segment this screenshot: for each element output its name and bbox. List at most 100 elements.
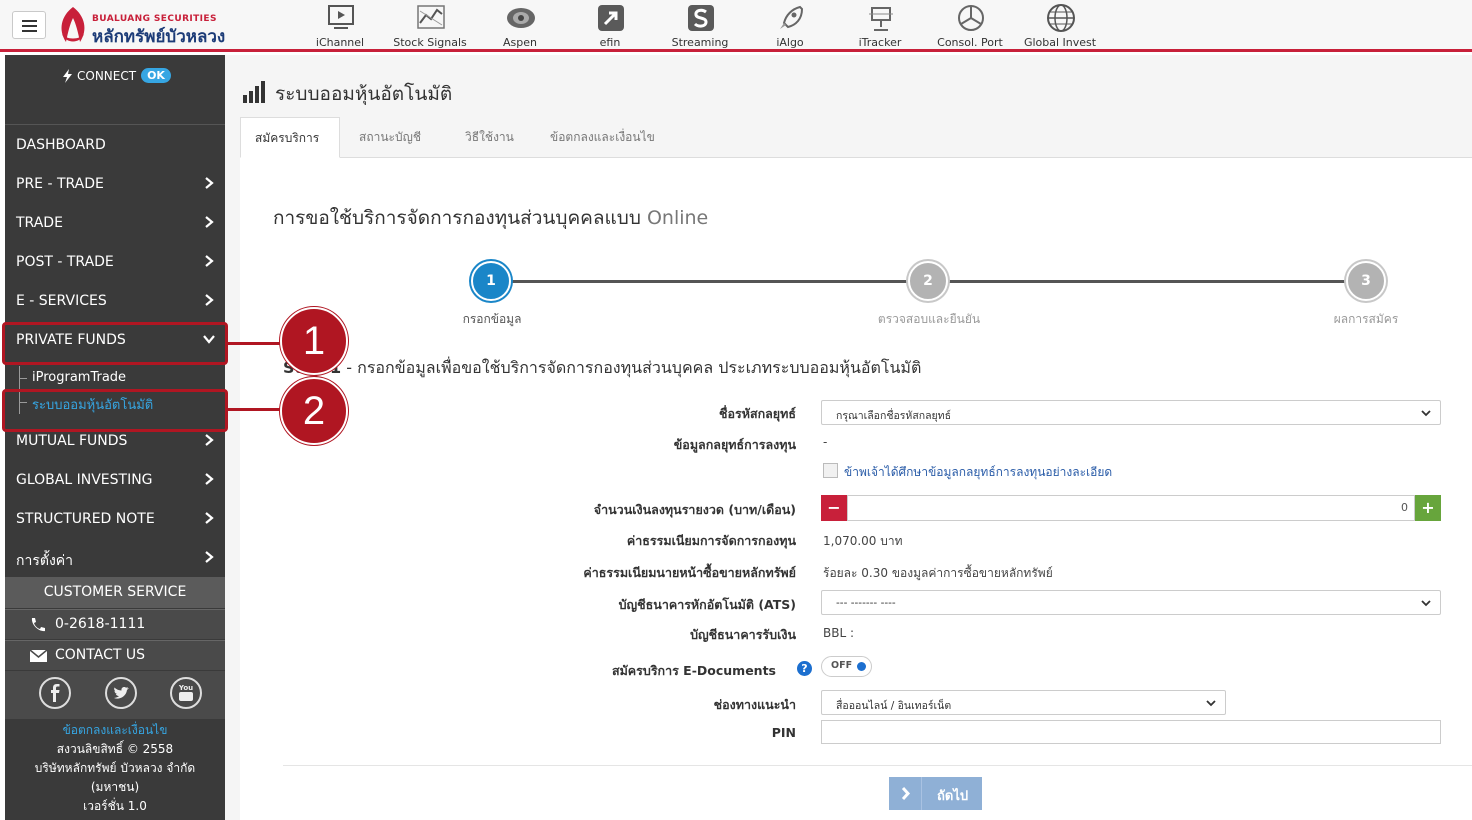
sidebar-item-global-investing[interactable]: GLOBAL INVESTING [5,461,225,500]
step-3-label: ผลการสมัคร [1333,312,1399,326]
chevron-right-icon [205,216,214,228]
chevron-right-icon [205,177,214,189]
form-heading-online: Online [646,207,709,229]
tab-terms[interactable]: ข้อตกลงและเงื่อนไข [536,117,669,158]
increase-amount-button[interactable]: + [1415,495,1441,521]
connect-status-badge: OK [141,68,171,83]
envelope-icon [29,649,47,662]
chevron-right-icon [205,512,214,524]
channel-select-value: สื่อออนไลน์ / อินเทอร์เน็ต [836,700,952,712]
chevron-down-icon [1206,700,1216,707]
app-global-invest[interactable]: Global Invest [1015,2,1105,50]
channel-label: ช่องทางแนะนำ [713,697,796,712]
sidebar-item-label: DASHBOARD [16,137,106,153]
pin-input[interactable] [821,720,1441,744]
app-label: iChannel [315,36,365,49]
sidebar-item-label: PRE - TRADE [16,176,104,192]
sidebar-item-trade[interactable]: TRADE [5,204,225,243]
phone-number: 0-2618-1111 [55,616,146,632]
callout-badge-1: 1 [280,307,348,375]
copyright-text: สงวนลิขสิทธิ์ © 2558 [56,742,174,756]
twitter-icon[interactable] [105,677,137,709]
monitor-icon [328,5,354,29]
chevron-right-icon [889,777,922,810]
rocket-icon [780,5,804,29]
receive-account-value: BBL : [823,626,855,640]
sidebar-item-label: การตั้งค่า [16,553,74,569]
callout-badge-2: 2 [280,377,348,445]
contact-us-link[interactable]: CONTACT US [5,640,225,670]
help-icon[interactable]: ? [797,661,812,676]
customer-service-title: CUSTOMER SERVICE [5,577,225,608]
sidebar-item-label: STRUCTURED NOTE [16,511,155,527]
bar-chart-icon [243,81,265,103]
logo-main-text: หลักทรัพย์บัวหลวง [92,27,226,47]
sidebar-item-dashboard[interactable]: DASHBOARD [5,126,225,165]
strategy-select[interactable]: กรุณาเลือกชื่อรหัสกลยุทธ์ [821,400,1441,425]
sidebar-item-pre-trade[interactable]: PRE - TRADE [5,165,225,204]
sidebar-subitem-iprogramtrade[interactable]: iProgramTrade [5,366,225,390]
connection-status: CONNECT OK [5,55,225,125]
step-2-circle: 2 [908,261,948,301]
contact-us-label: CONTACT US [55,647,145,663]
app-aspen[interactable]: Aspen [475,2,565,50]
highlight-private-funds [2,322,228,365]
consent-checkbox[interactable] [823,463,838,478]
chevron-right-icon [205,473,214,485]
tab-how-to-use[interactable]: วิธีใช้งาน [451,117,528,158]
app-efin[interactable]: efin [565,2,655,50]
amount-stepper: − 0 + [821,495,1441,521]
strategy-info-label: ข้อมูลกลยุทธ์การลงทุน [673,437,796,452]
chevron-right-icon [205,294,214,306]
app-consol-port[interactable]: Consol. Port [925,2,1015,50]
terms-link[interactable]: ข้อตกลงและเงื่อนไข [5,721,225,740]
sidebar: CONNECT OK DASHBOARD PRE - TRADE TRADE P… [5,55,225,820]
ats-account-select[interactable]: --- ------- ---- [821,590,1441,615]
step-title: Step 1 - กรอกข้อมูลเพื่อขอใช้บริการจัดกา… [283,356,921,381]
tab-register[interactable]: สมัครบริการ [240,117,340,158]
page-header: ระบบออมหุ้นอัตโนมัติ [225,55,1472,117]
consent-text[interactable]: ข้าพเจ้าได้ศึกษาข้อมูลกลยุทธ์การลงทุนอย่… [844,463,1112,482]
facebook-icon[interactable] [39,677,71,709]
sidebar-item-label: GLOBAL INVESTING [16,472,153,488]
chevron-right-icon [205,255,214,267]
chevron-down-icon [1421,410,1431,417]
pin-label: PIN [771,725,796,740]
sidebar-item-post-trade[interactable]: POST - TRADE [5,243,225,282]
tab-bar: สมัครบริการ สถานะบัญชี วิธีใช้งาน ข้อตกล… [240,117,1472,158]
app-ichannel[interactable]: iChannel [295,2,385,50]
bualuang-logo[interactable]: BUALUANG SECURITIES หลักทรัพย์บัวหลวง [56,4,266,48]
edoc-toggle[interactable]: OFF [821,656,872,677]
tab-account-status[interactable]: สถานะบัญชี [345,117,435,158]
decrease-amount-button[interactable]: − [821,495,847,521]
youtube-icon[interactable]: You [170,677,202,709]
hamburger-menu-button[interactable] [12,11,46,39]
receive-account-label: บัญชีธนาคารรับเงิน [690,627,796,642]
amount-input[interactable]: 0 [847,495,1415,521]
phone-icon [31,618,45,632]
top-navigation-bar: BUALUANG SECURITIES หลักทรัพย์บัวหลวง iC… [0,0,1472,52]
sidebar-item-e-services[interactable]: E - SERVICES [5,282,225,321]
form-divider [283,765,1472,766]
channel-select[interactable]: สื่อออนไลน์ / อินเทอร์เน็ต [821,690,1226,715]
ats-label: บัญชีธนาคารหักอัตโนมัติ (ATS) [618,597,796,612]
app-ialgo[interactable]: iAlgo [745,2,835,50]
sidebar-item-settings[interactable]: การตั้งค่า [5,539,225,578]
sidebar-item-structured-note[interactable]: STRUCTURED NOTE [5,500,225,539]
next-button[interactable]: ถัดไป [889,777,982,810]
strategy-label: ชื่อรหัสกลยุทธ์ [719,406,796,421]
callout-connector-1 [228,342,284,345]
app-itracker[interactable]: iTracker [835,2,925,50]
app-stock-signals[interactable]: Stock Signals [385,2,475,50]
highlight-auto-stock-saving [2,389,228,432]
chevron-down-icon [1421,600,1431,607]
app-label: Streaming [671,36,729,49]
registration-panel: การขอใช้บริการจัดการกองทุนส่วนบุคคลแบบ O… [240,158,1472,820]
app-label: iTracker [858,36,902,49]
app-streaming[interactable]: Streaming [655,2,745,50]
app-label: Stock Signals [393,36,467,49]
sidebar-item-label: E - SERVICES [16,293,107,309]
step-title-text: - กรอกข้อมูลเพื่อขอใช้บริการจัดการกองทุน… [341,358,922,377]
customer-service-phone[interactable]: 0-2618-1111 [5,609,225,639]
mgmt-fee-value: 1,070.00 บาท [823,534,903,548]
